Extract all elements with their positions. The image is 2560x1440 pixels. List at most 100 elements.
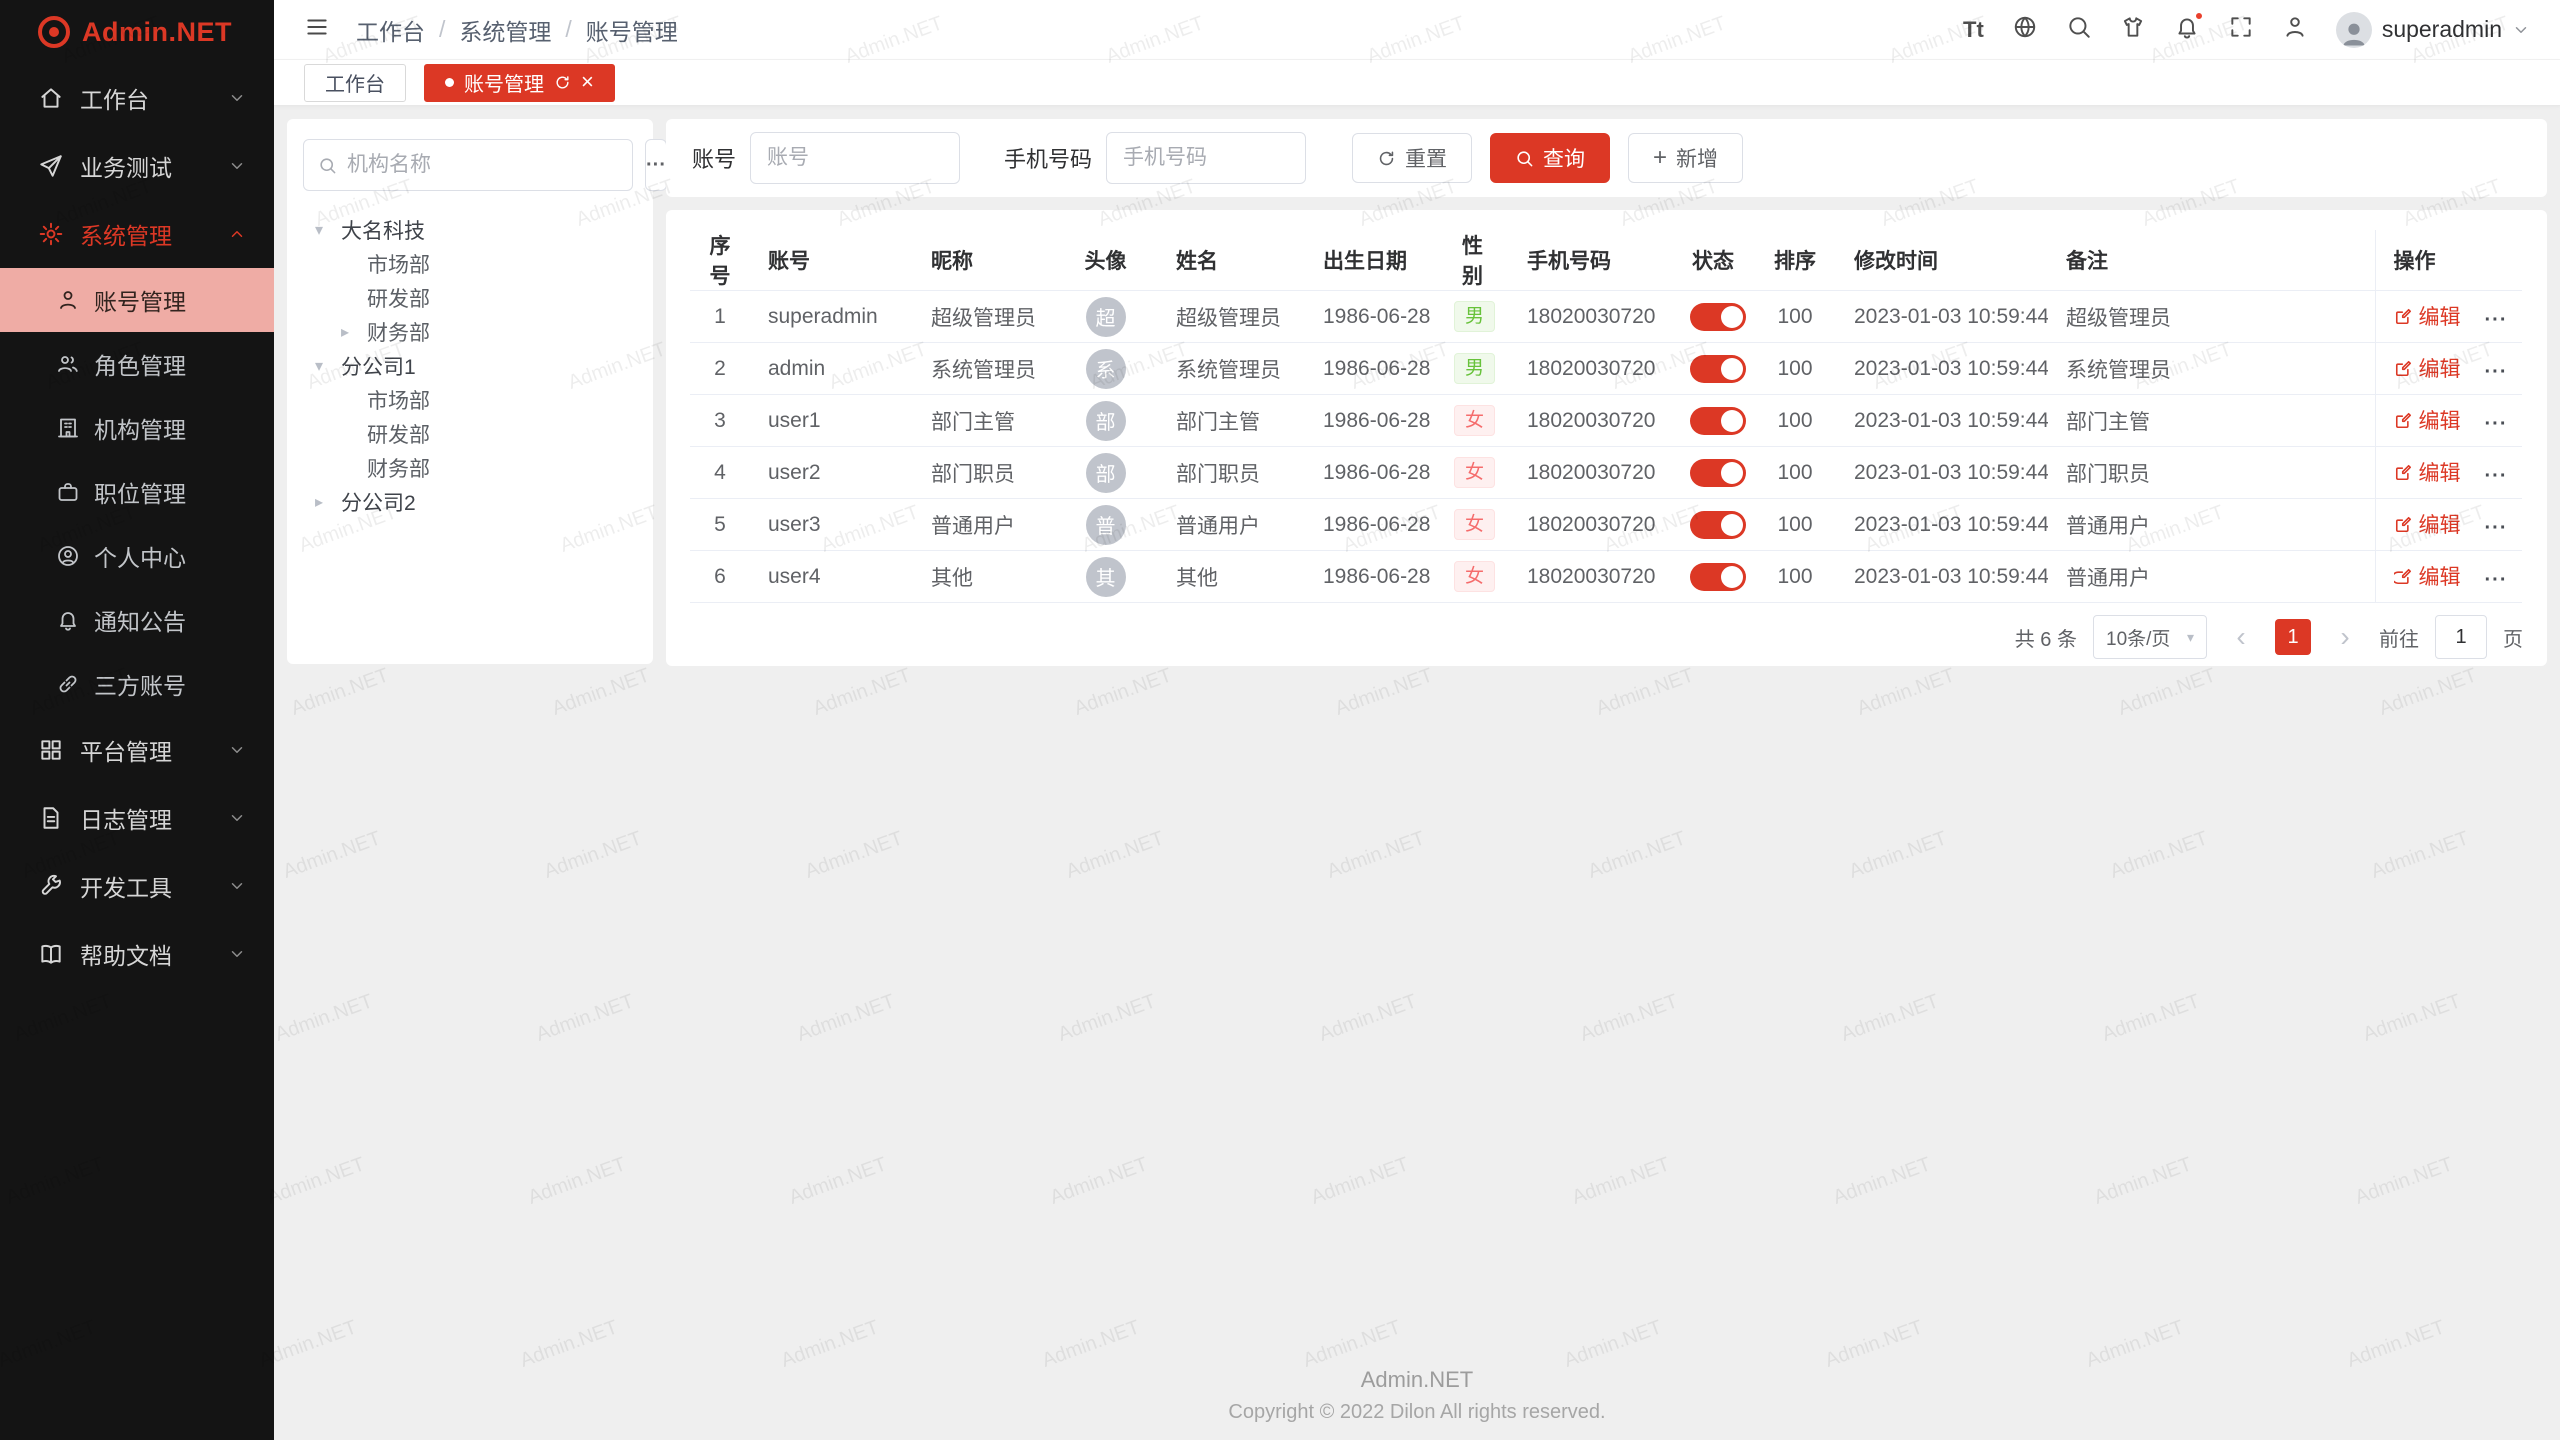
sidebar-item-notice[interactable]: 通知公告	[0, 588, 274, 652]
hamburger-icon[interactable]	[304, 14, 330, 45]
refresh-icon[interactable]	[554, 74, 571, 91]
sidebar-item-org-management[interactable]: 机构管理	[0, 396, 274, 460]
cell-status	[1672, 551, 1754, 603]
tree-node[interactable]: 研发部	[303, 281, 637, 315]
status-toggle[interactable]	[1690, 511, 1746, 539]
account-input[interactable]	[750, 132, 960, 184]
caret-right-icon[interactable]	[341, 322, 367, 342]
search-icon[interactable]	[2066, 14, 2092, 45]
add-button[interactable]: 新增	[1628, 133, 1743, 183]
col-gender: 性别	[1436, 230, 1509, 291]
logo[interactable]: Admin.NET	[0, 0, 274, 64]
sidebar-item-role-management[interactable]: 角色管理	[0, 332, 274, 396]
sidebar-item-help-docs[interactable]: 帮助文档	[0, 920, 274, 988]
sidebar-menu: 工作台 业务测试 系统管理 账号管理 角色管理 机构管理 职位管理	[0, 64, 274, 988]
org-search-input[interactable]	[347, 153, 618, 177]
tree-node[interactable]: 研发部	[303, 417, 637, 451]
cell-name: 其他	[1158, 551, 1305, 603]
cell-remark: 系统管理员	[2048, 343, 2375, 395]
caret-down-icon[interactable]	[315, 356, 341, 376]
cell-actions: 编辑 ···	[2375, 291, 2522, 343]
goto-page-input[interactable]	[2435, 615, 2487, 659]
edit-button[interactable]: 编辑	[2394, 353, 2461, 383]
tree-node[interactable]: 市场部	[303, 383, 637, 417]
breadcrumb-item[interactable]: 工作台	[356, 13, 425, 47]
gender-badge: 男	[1454, 353, 1495, 385]
page-number-current[interactable]: 1	[2275, 619, 2311, 655]
edit-icon	[2394, 463, 2413, 482]
toggle-knob	[1721, 462, 1743, 484]
search-button[interactable]: 查询	[1490, 133, 1610, 183]
status-toggle[interactable]	[1690, 303, 1746, 331]
sidebar-item-label: 个人中心	[94, 539, 186, 573]
tree-node[interactable]: 财务部	[303, 451, 637, 485]
cell-birthday: 1986-06-28	[1305, 291, 1436, 343]
status-toggle[interactable]	[1690, 459, 1746, 487]
sidebar-item-business-test[interactable]: 业务测试	[0, 132, 274, 200]
col-status: 状态	[1672, 230, 1754, 291]
tree-node[interactable]: 分公司2	[303, 485, 637, 519]
more-actions-button[interactable]: ···	[2485, 361, 2508, 383]
more-actions-button[interactable]: ···	[2485, 465, 2508, 487]
breadcrumb-item[interactable]: 账号管理	[586, 13, 678, 47]
tree-node[interactable]: 市场部	[303, 247, 637, 281]
more-actions-button[interactable]: ···	[2485, 517, 2508, 539]
sidebar-item-position-management[interactable]: 职位管理	[0, 460, 274, 524]
avatar: 普	[1086, 505, 1126, 545]
cell-actions: 编辑 ···	[2375, 395, 2522, 447]
tree-node[interactable]: 财务部	[303, 315, 637, 349]
cell-nickname: 普通用户	[913, 499, 1053, 551]
footer-title: Admin.NET	[274, 1367, 2560, 1393]
more-actions-button[interactable]: ···	[2485, 413, 2508, 435]
theme-icon[interactable]	[2120, 14, 2146, 45]
org-more-button[interactable]: ···	[645, 139, 667, 191]
sidebar-item-third-party-account[interactable]: 三方账号	[0, 652, 274, 716]
edit-button[interactable]: 编辑	[2394, 405, 2461, 435]
edit-button[interactable]: 编辑	[2394, 301, 2461, 331]
next-page-button[interactable]	[2327, 619, 2363, 655]
prev-page-button[interactable]	[2223, 619, 2259, 655]
tab-workbench[interactable]: 工作台	[304, 64, 406, 102]
page-size-select[interactable]: 10条/页	[2093, 615, 2207, 659]
reset-button[interactable]: 重置	[1352, 133, 1472, 183]
more-actions-button[interactable]: ···	[2485, 569, 2508, 591]
sidebar-item-workbench[interactable]: 工作台	[0, 64, 274, 132]
fullscreen-icon[interactable]	[2228, 14, 2254, 45]
edit-button[interactable]: 编辑	[2394, 457, 2461, 487]
phone-input[interactable]	[1106, 132, 1306, 184]
close-icon[interactable]	[581, 71, 594, 95]
globe-icon[interactable]	[2012, 14, 2038, 45]
caret-right-icon[interactable]	[315, 492, 341, 512]
breadcrumb-item[interactable]: 系统管理	[459, 13, 551, 47]
top-header: 工作台 系统管理 账号管理 Tt	[274, 0, 2560, 60]
tree-node-label: 研发部	[367, 283, 430, 313]
status-toggle[interactable]	[1690, 355, 1746, 383]
status-toggle[interactable]	[1690, 563, 1746, 591]
font-size-icon[interactable]: Tt	[1963, 17, 1984, 43]
edit-label: 编辑	[2419, 509, 2461, 539]
status-toggle[interactable]	[1690, 407, 1746, 435]
edit-button[interactable]: 编辑	[2394, 509, 2461, 539]
avatar: 其	[1086, 557, 1126, 597]
tree-node[interactable]: 大名科技	[303, 213, 637, 247]
sidebar-item-platform-management[interactable]: 平台管理	[0, 716, 274, 784]
sidebar-item-personal-center[interactable]: 个人中心	[0, 524, 274, 588]
sidebar-item-account-management[interactable]: 账号管理	[0, 268, 274, 332]
cell-name: 普通用户	[1158, 499, 1305, 551]
sidebar-item-dev-tools[interactable]: 开发工具	[0, 852, 274, 920]
user-icon[interactable]	[2282, 14, 2308, 45]
search-icon	[1515, 149, 1534, 168]
toggle-knob	[1721, 306, 1743, 328]
cell-avatar: 其	[1053, 551, 1158, 603]
cell-no: 2	[690, 343, 750, 395]
notification-bell-icon[interactable]	[2174, 14, 2200, 45]
sidebar-item-log-management[interactable]: 日志管理	[0, 784, 274, 852]
sidebar-item-system-management[interactable]: 系统管理	[0, 200, 274, 268]
more-actions-button[interactable]: ···	[2485, 309, 2508, 331]
caret-down-icon[interactable]	[315, 220, 341, 240]
edit-button[interactable]: 编辑	[2394, 561, 2461, 591]
tree-node[interactable]: 分公司1	[303, 349, 637, 383]
cell-avatar: 超	[1053, 291, 1158, 343]
tab-account-management[interactable]: 账号管理	[424, 64, 615, 102]
user-menu[interactable]: superadmin	[2336, 12, 2530, 48]
